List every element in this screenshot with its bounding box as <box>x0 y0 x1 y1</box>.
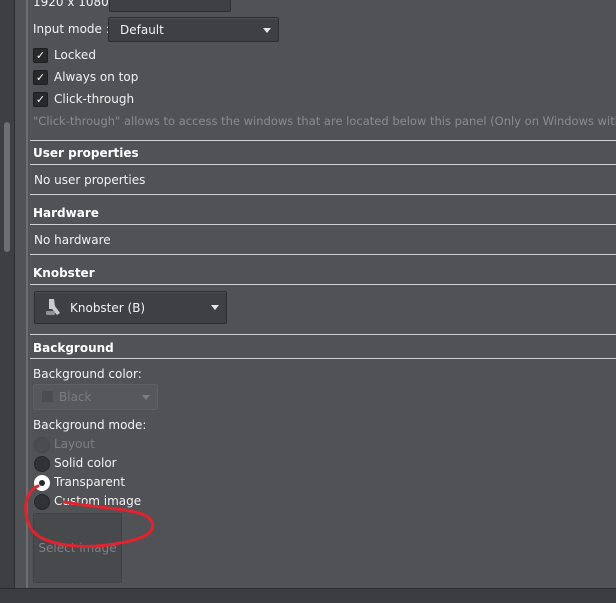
locked-checkbox-row[interactable]: ✓ Locked <box>33 47 233 65</box>
background-title: Background <box>33 341 114 355</box>
solid-color-label: Solid color <box>54 456 117 470</box>
always-on-top-checkbox-row[interactable]: ✓ Always on top <box>33 69 233 87</box>
always-on-top-label: Always on top <box>54 70 139 84</box>
user-properties-title: User properties <box>33 146 139 160</box>
click-through-checkbox[interactable]: ✓ <box>33 92 48 107</box>
section-divider <box>30 224 616 225</box>
mode-layout-radio-row[interactable]: Layout <box>33 436 233 454</box>
background-color-dropdown[interactable]: Black <box>33 384 158 410</box>
always-on-top-checkbox[interactable]: ✓ <box>33 70 48 85</box>
knobster-title: Knobster <box>33 266 95 280</box>
resolution-label: 1920 x 1080 <box>33 0 109 9</box>
knobster-value: Knobster (B) <box>70 301 146 315</box>
layout-label: Layout <box>54 437 95 451</box>
section-divider <box>30 194 616 195</box>
hardware-title: Hardware <box>33 206 99 220</box>
user-properties-content: No user properties <box>34 173 146 187</box>
locked-checkbox[interactable]: ✓ <box>33 48 48 63</box>
input-mode-dropdown[interactable]: Default <box>108 17 279 42</box>
scrollbar-thumb[interactable] <box>4 122 10 252</box>
checkmark-icon: ✓ <box>35 71 46 84</box>
solid-color-radio[interactable] <box>34 456 50 472</box>
background-color-label: Background color: <box>33 367 142 381</box>
left-scrollbar[interactable] <box>0 0 15 602</box>
chevron-down-icon <box>142 395 150 400</box>
checkmark-icon: ✓ <box>35 49 46 62</box>
section-divider <box>30 284 616 285</box>
section-divider <box>30 334 616 335</box>
section-divider <box>30 358 616 359</box>
mode-solid-color-radio-row[interactable]: Solid color <box>33 455 233 473</box>
checkmark-icon: ✓ <box>35 93 46 106</box>
hardware-content: No hardware <box>34 233 111 247</box>
red-annotation-scribble <box>24 484 155 548</box>
knobster-device-icon <box>46 299 60 315</box>
click-through-checkbox-row[interactable]: ✓ Click-through <box>33 91 233 109</box>
color-swatch <box>42 391 53 402</box>
background-color-value: Black <box>59 390 92 404</box>
chevron-down-icon <box>263 28 271 33</box>
bottom-status-bar <box>0 588 616 603</box>
layout-radio[interactable] <box>34 437 50 453</box>
click-through-note: "Click-through" allows to access the win… <box>33 114 616 128</box>
section-divider <box>30 164 616 165</box>
locked-label: Locked <box>54 48 96 62</box>
knobster-dropdown[interactable]: Knobster (B) <box>34 291 227 324</box>
section-divider <box>30 254 616 255</box>
input-mode-value: Default <box>120 23 164 37</box>
input-mode-label: Input mode : <box>33 22 110 36</box>
click-through-label: Click-through <box>54 92 135 106</box>
chevron-down-icon <box>211 305 219 310</box>
resolution-dropdown[interactable] <box>109 0 231 12</box>
background-mode-label: Background mode: <box>33 418 147 432</box>
section-divider <box>30 140 616 141</box>
